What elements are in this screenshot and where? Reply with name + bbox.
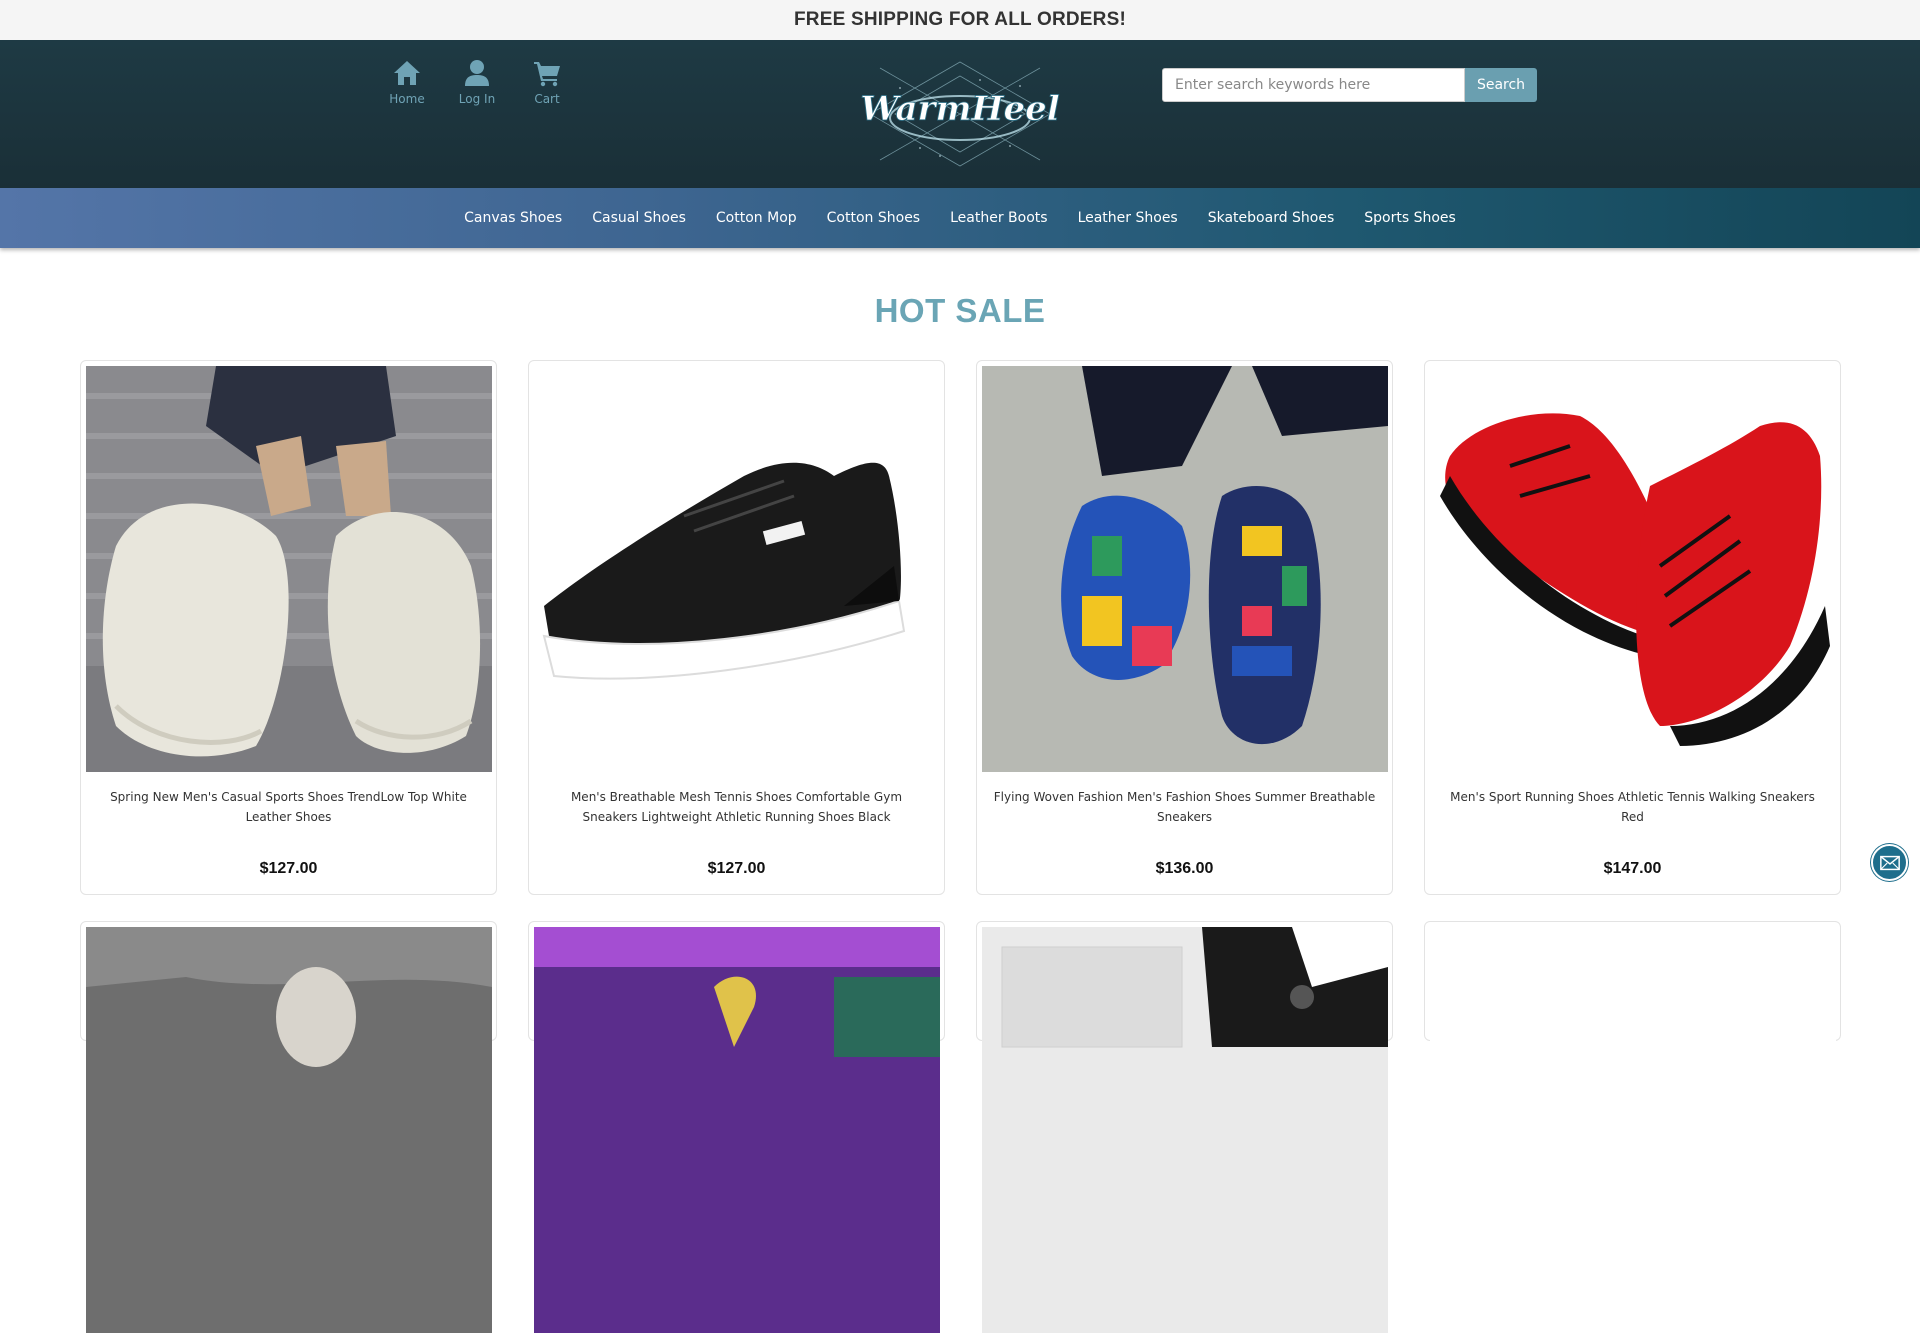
product-title[interactable]: Spring New Men's Casual Sports Shoes Tre… bbox=[86, 787, 491, 827]
cart-icon bbox=[534, 62, 560, 87]
search-input[interactable] bbox=[1162, 68, 1465, 102]
product-card[interactable]: Spring New Men's Casual Sports Shoes Tre… bbox=[80, 360, 497, 895]
product-image[interactable] bbox=[534, 366, 940, 772]
search-bar: Search bbox=[1162, 68, 1537, 102]
header-nav: Home Log In Cart bbox=[385, 58, 569, 106]
category-skateboard-shoes[interactable]: Skateboard Shoes bbox=[1208, 210, 1335, 226]
product-card[interactable] bbox=[976, 921, 1393, 1333]
product-image[interactable] bbox=[534, 927, 940, 1333]
product-title[interactable]: Men's Sport Running Shoes Athletic Tenni… bbox=[1430, 787, 1835, 827]
site-header: Home Log In Cart WarmHeel Sear bbox=[0, 40, 1920, 188]
product-title[interactable]: Flying Woven Fashion Men's Fashion Shoes… bbox=[982, 787, 1387, 827]
category-casual-shoes[interactable]: Casual Shoes bbox=[592, 210, 686, 226]
nav-cart[interactable]: Cart bbox=[525, 58, 569, 106]
site-logo[interactable]: WarmHeel bbox=[860, 58, 1060, 170]
product-grid: Spring New Men's Casual Sports Shoes Tre… bbox=[80, 360, 1841, 1333]
product-price: $127.00 bbox=[707, 860, 766, 877]
mail-icon bbox=[1879, 855, 1900, 870]
search-button[interactable]: Search bbox=[1465, 68, 1537, 102]
category-sports-shoes[interactable]: Sports Shoes bbox=[1364, 210, 1456, 226]
nav-home[interactable]: Home bbox=[385, 58, 429, 106]
nav-login[interactable]: Log In bbox=[455, 58, 499, 106]
category-leather-boots[interactable]: Leather Boots bbox=[950, 210, 1047, 226]
category-cotton-mop[interactable]: Cotton Mop bbox=[716, 210, 797, 226]
nav-login-label: Log In bbox=[458, 92, 496, 106]
category-nav: Canvas Shoes Casual Shoes Cotton Mop Cot… bbox=[0, 188, 1920, 248]
category-canvas-shoes[interactable]: Canvas Shoes bbox=[464, 210, 562, 226]
product-image[interactable] bbox=[982, 927, 1388, 1333]
product-card[interactable] bbox=[528, 921, 945, 1333]
product-image[interactable] bbox=[982, 366, 1388, 772]
category-leather-shoes[interactable]: Leather Shoes bbox=[1078, 210, 1178, 226]
nav-home-label: Home bbox=[389, 92, 425, 106]
product-price: $147.00 bbox=[1603, 860, 1662, 877]
home-icon bbox=[394, 61, 420, 85]
logo-text: WarmHeel bbox=[860, 89, 1060, 129]
product-image[interactable] bbox=[1430, 927, 1836, 1333]
nav-cart-label: Cart bbox=[534, 92, 560, 106]
contact-mail-button[interactable] bbox=[1871, 844, 1908, 881]
product-image[interactable] bbox=[86, 927, 492, 1333]
product-image[interactable] bbox=[1430, 366, 1836, 772]
product-card[interactable]: Flying Woven Fashion Men's Fashion Shoes… bbox=[976, 360, 1393, 895]
product-title[interactable]: Men's Breathable Mesh Tennis Shoes Comfo… bbox=[534, 787, 939, 827]
product-card[interactable]: Men's Breathable Mesh Tennis Shoes Comfo… bbox=[528, 360, 945, 895]
category-cotton-shoes[interactable]: Cotton Shoes bbox=[827, 210, 920, 226]
product-card[interactable] bbox=[1424, 921, 1841, 1333]
product-image[interactable] bbox=[86, 366, 492, 772]
section-title: HOT SALE bbox=[874, 292, 1046, 329]
user-icon bbox=[465, 60, 489, 86]
product-price: $127.00 bbox=[259, 860, 318, 877]
product-price: $136.00 bbox=[1155, 860, 1214, 877]
free-shipping-banner: FREE SHIPPING FOR ALL ORDERS! bbox=[0, 0, 1920, 40]
product-card[interactable]: Men's Sport Running Shoes Athletic Tenni… bbox=[1424, 360, 1841, 895]
product-card[interactable] bbox=[80, 921, 497, 1333]
